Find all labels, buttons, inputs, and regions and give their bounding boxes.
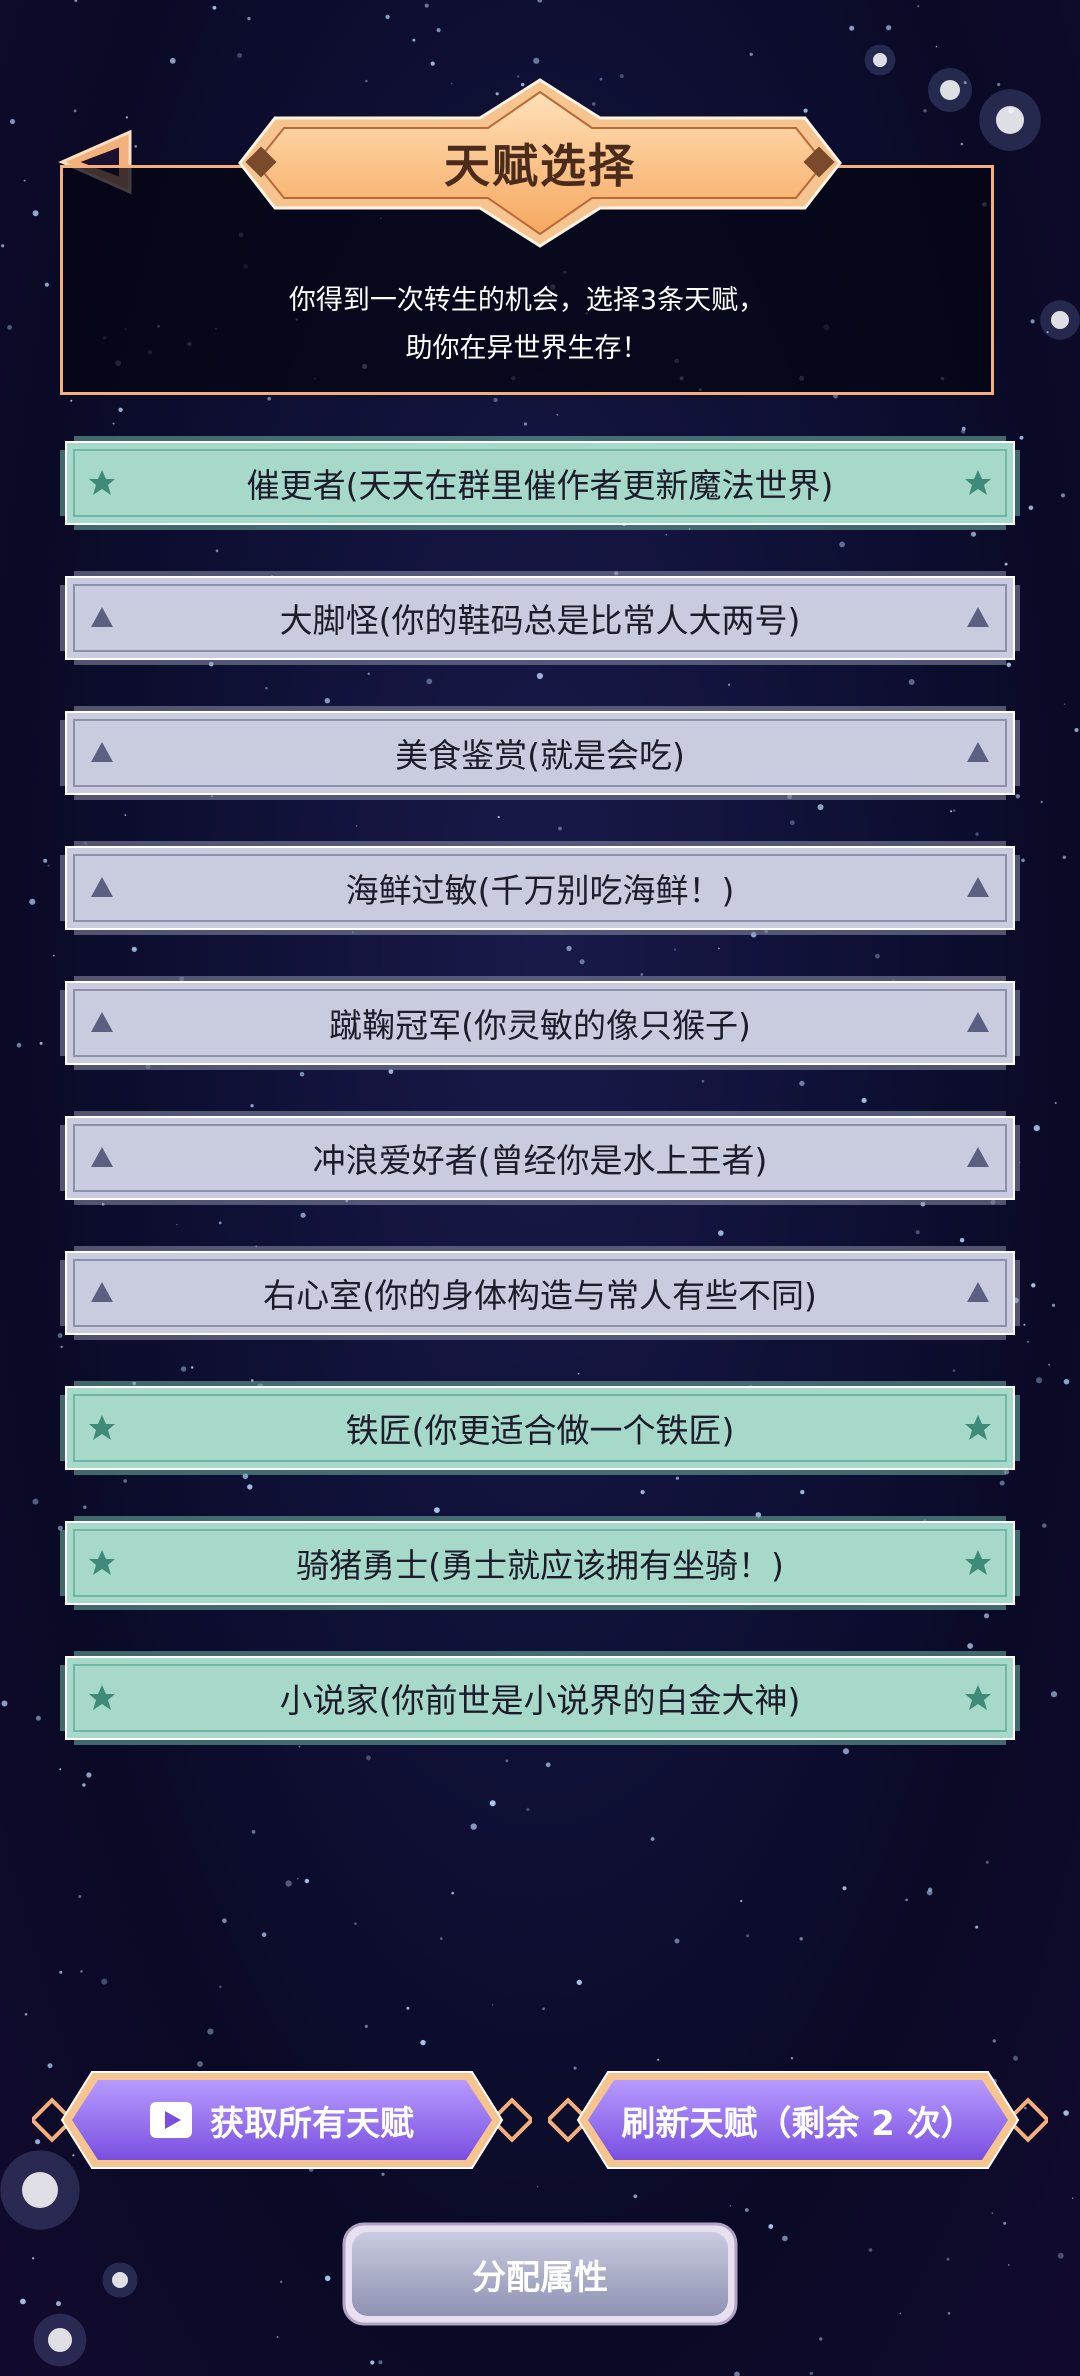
get-all-talents-button[interactable]: 获取所有天赋 <box>29 2068 535 2172</box>
talent-label: 冲浪爱好者(曾经你是水上王者) <box>312 1141 768 1180</box>
talent-label: 小说家(你前世是小说界的白金大神) <box>279 1681 801 1720</box>
talent-label: 骑猪勇士(勇士就应该拥有坐骑！) <box>296 1546 784 1585</box>
talent-label: 大脚怪(你的鞋码总是比常人大两号) <box>279 601 801 640</box>
video-play-icon <box>150 2102 192 2138</box>
talent-option[interactable]: 冲浪爱好者(曾经你是水上王者) <box>60 1111 1020 1205</box>
talent-option[interactable]: 海鲜过敏(千万别吃海鲜！) <box>60 841 1020 935</box>
get-all-label: 获取所有天赋 <box>210 2103 414 2144</box>
talent-label: 催更者(天天在群里催作者更新魔法世界) <box>246 466 834 505</box>
talent-label: 铁匠(你更适合做一个铁匠) <box>345 1411 735 1450</box>
talent-option[interactable]: 大脚怪(你的鞋码总是比常人大两号) <box>60 571 1020 665</box>
talent-option[interactable]: 美食鉴赏(就是会吃) <box>60 706 1020 800</box>
talent-option[interactable]: 蹴鞠冠军(你灵敏的像只猴子) <box>60 976 1020 1070</box>
talent-option[interactable]: 右心室(你的身体构造与常人有些不同) <box>60 1246 1020 1340</box>
title-banner: 天赋选择 <box>220 78 860 248</box>
allocate-label: 分配属性 <box>472 2257 608 2298</box>
refresh-label: 刷新天赋（剩余 2 次） <box>621 2103 975 2144</box>
intro-text-line1: 你得到一次转生的机会，选择3条天赋， <box>288 285 766 316</box>
talent-option[interactable]: 催更者(天天在群里催作者更新魔法世界) <box>60 436 1020 530</box>
talent-option[interactable]: 骑猪勇士(勇士就应该拥有坐骑！) <box>60 1516 1020 1610</box>
refresh-talents-button[interactable]: 刷新天赋（剩余 2 次） <box>545 2068 1051 2172</box>
intro-text-line2: 助你在异世界生存！ <box>405 333 649 364</box>
allocate-attributes-button[interactable]: 分配属性 <box>342 2222 738 2326</box>
talent-label: 右心室(你的身体构造与常人有些不同) <box>263 1276 817 1315</box>
talent-option[interactable]: 小说家(你前世是小说界的白金大神) <box>60 1651 1020 1745</box>
talent-label: 美食鉴赏(就是会吃) <box>395 736 685 775</box>
talent-label: 海鲜过敏(千万别吃海鲜！) <box>345 871 735 910</box>
talent-label: 蹴鞠冠军(你灵敏的像只猴子) <box>329 1006 751 1045</box>
page-title: 天赋选择 <box>444 139 636 193</box>
talent-option[interactable]: 铁匠(你更适合做一个铁匠) <box>60 1381 1020 1475</box>
